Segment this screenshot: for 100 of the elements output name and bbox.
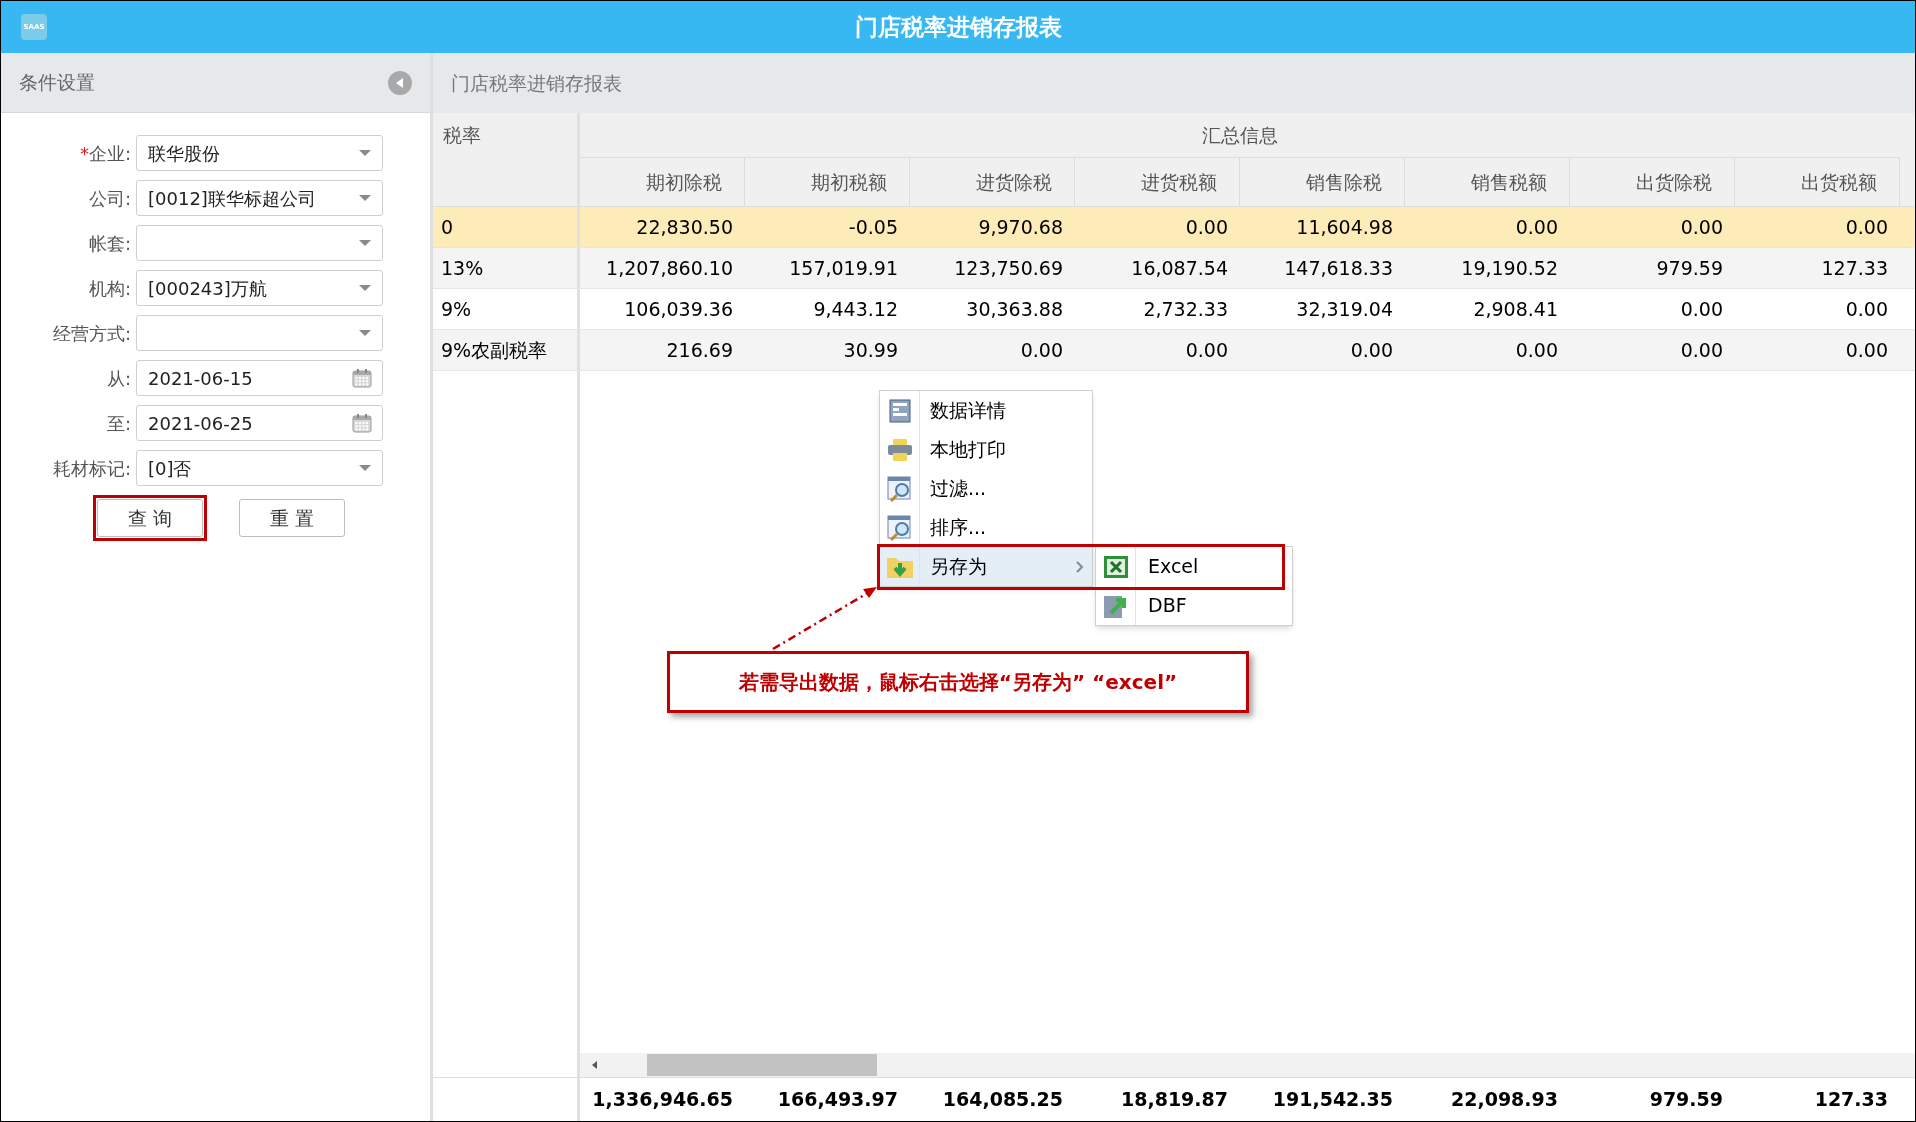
table-cell-text: 9,970.68 [977, 214, 1064, 240]
table-cell-text: 30,363.88 [965, 296, 1064, 322]
table-row[interactable]: 9% 106,039.36 9,443.12 30,363.88 2,732.33 32,319.04 2,908.41 0.00 0.00 [433, 289, 1915, 330]
table-cell-text: 157,019.91 [788, 255, 899, 281]
table-cell: 9%农副税率 [433, 330, 580, 370]
table-cell-text: 106,039.36 [623, 296, 734, 322]
calendar-icon[interactable] [352, 413, 372, 433]
table-cell-text: 0.00 [1184, 337, 1229, 363]
table-row[interactable]: 9%农副税率 216.69 30.99 0.00 0.00 0.00 0.00 0.00 0.00 [433, 330, 1915, 371]
magnifier-icon [886, 514, 913, 541]
select-field[interactable] [136, 225, 383, 261]
field-label: 耗材标记: [51, 456, 131, 481]
chevron-right-icon [1075, 559, 1084, 574]
table-cell-text: 216.69 [665, 337, 734, 363]
select-field[interactable]: 联华股份 [136, 135, 383, 171]
table-cell-text: 2,732.33 [1142, 296, 1229, 322]
window-title: 门店税率进销存报表 [854, 12, 1062, 42]
dropdown-caret-icon[interactable] [358, 464, 372, 472]
table-cell-text: 0.00 [1514, 214, 1559, 240]
column-header[interactable]: 销售除税 [1240, 158, 1405, 206]
table-cell-text: 11,604.98 [1295, 214, 1394, 240]
select-field[interactable] [136, 315, 383, 351]
menu-item[interactable]: DBF [1096, 586, 1292, 625]
table-cell-text: 30.99 [842, 337, 899, 363]
annotation-callout: 若需导出数据，鼠标右击选择“另存为” “excel” [667, 651, 1249, 713]
dropdown-caret-icon[interactable] [358, 149, 372, 157]
total-cell-text: 979.59 [1648, 1087, 1724, 1113]
scroll-left-icon[interactable] [590, 1060, 600, 1070]
total-cell-text: 18,819.87 [1120, 1087, 1229, 1113]
table-cell-text: 1,207,860.10 [605, 255, 734, 281]
table-cell-text: 0.00 [1679, 296, 1724, 322]
table-row[interactable]: 0 22,830.50 -0.05 9,970.68 0.00 11,604.98 0.00 0.00 0.00 [433, 207, 1915, 248]
column-header[interactable]: 进货税额 [1075, 158, 1240, 206]
table-cell-text: 0.00 [1514, 337, 1559, 363]
table-cell-text: 22,830.50 [635, 214, 734, 240]
collapse-icon[interactable] [388, 70, 412, 95]
total-cell-text: 22,098.93 [1450, 1087, 1559, 1113]
magnifier-icon [886, 475, 913, 502]
table-cell-text: 0.00 [1844, 214, 1889, 240]
printer-icon [886, 437, 913, 462]
total-cell-text: 127.33 [1813, 1087, 1889, 1113]
menu-item[interactable]: 另存为 [880, 547, 1092, 586]
table-cell-text: -0.05 [847, 214, 899, 240]
calendar-icon[interactable] [352, 368, 372, 388]
dropdown-caret-icon[interactable] [358, 329, 372, 337]
form-button[interactable]: 重 置 [239, 499, 345, 537]
table-cell-text: 0.00 [1679, 337, 1724, 363]
table-row[interactable]: 13% 1,207,860.10 157,019.91 123,750.69 16,087.54 147,618.33 19,190.52 979.59 127.33 [433, 248, 1915, 289]
menu-item[interactable]: 过滤... [880, 469, 1092, 508]
select-field[interactable]: [0012]联华标超公司 [136, 180, 383, 216]
group-header-cell: 汇总信息 [580, 113, 1900, 158]
table-cell-text: 0.00 [1844, 337, 1889, 363]
total-cell-text: 191,542.35 [1271, 1087, 1394, 1113]
table-cell-text: 0.00 [1349, 337, 1394, 363]
table-cell-text: 9,443.12 [812, 296, 899, 322]
table-cell-text: 0.00 [1019, 337, 1064, 363]
form-button[interactable]: 查 询 [97, 499, 203, 537]
field-label: 机构: [87, 276, 131, 301]
table-cell-text: 16,087.54 [1130, 255, 1229, 281]
date-field[interactable]: 2021-06-15 [136, 360, 383, 396]
column-header[interactable]: 销售税额 [1405, 158, 1570, 206]
field-label: 公司: [87, 186, 131, 211]
total-cell-text: 1,336,946.65 [591, 1087, 734, 1113]
table-cell-text: 19,190.52 [1460, 255, 1559, 281]
dropdown-caret-icon[interactable] [358, 194, 372, 202]
dropdown-caret-icon[interactable] [358, 284, 372, 292]
table-cell-text: 979.59 [1655, 255, 1724, 281]
column-header[interactable]: 出货税额 [1735, 158, 1900, 206]
menu-item[interactable]: 本地打印 [880, 430, 1092, 469]
field-label: 从: [105, 366, 131, 391]
total-cell-text: 164,085.25 [941, 1087, 1064, 1113]
field-label: 帐套: [87, 231, 131, 256]
column-header[interactable]: 进货除税 [910, 158, 1075, 206]
table-cell-text: 32,319.04 [1295, 296, 1394, 322]
table-cell-text: 127.33 [1820, 255, 1889, 281]
menu-item[interactable]: 排序... [880, 508, 1092, 547]
document-icon [887, 398, 912, 423]
menu-item[interactable]: Excel [1096, 547, 1292, 586]
table-cell-text: 147,618.33 [1283, 255, 1394, 281]
table-cell-text: 0.00 [1679, 214, 1724, 240]
column-header[interactable]: 期初除税 [580, 158, 745, 206]
table-cell-text: 0.00 [1184, 214, 1229, 240]
panel-title: 条件设置 [19, 70, 95, 96]
spreadsheet-icon [1102, 554, 1129, 579]
field-label: 经营方式: [51, 321, 131, 346]
table-cell-text: 123,750.69 [953, 255, 1064, 281]
total-cell-text: 166,493.97 [776, 1087, 899, 1113]
scrollbar-thumb[interactable] [647, 1054, 877, 1076]
menu-item[interactable]: 数据详情 [880, 391, 1092, 430]
table-cell-text: 0.00 [1844, 296, 1889, 322]
dropdown-caret-icon[interactable] [358, 239, 372, 247]
table-cell-text: 2,908.41 [1472, 296, 1559, 322]
field-label: *企业: [78, 141, 131, 166]
column-header[interactable]: 出货除税 [1570, 158, 1735, 206]
date-field[interactable]: 2021-06-25 [136, 405, 383, 441]
report-title: 门店税率进销存报表 [451, 70, 622, 96]
select-field[interactable]: [000243]万航 [136, 270, 383, 306]
field-label: 至: [105, 411, 131, 436]
select-field[interactable]: [0]否 [136, 450, 383, 486]
column-header[interactable]: 期初税额 [745, 158, 910, 206]
